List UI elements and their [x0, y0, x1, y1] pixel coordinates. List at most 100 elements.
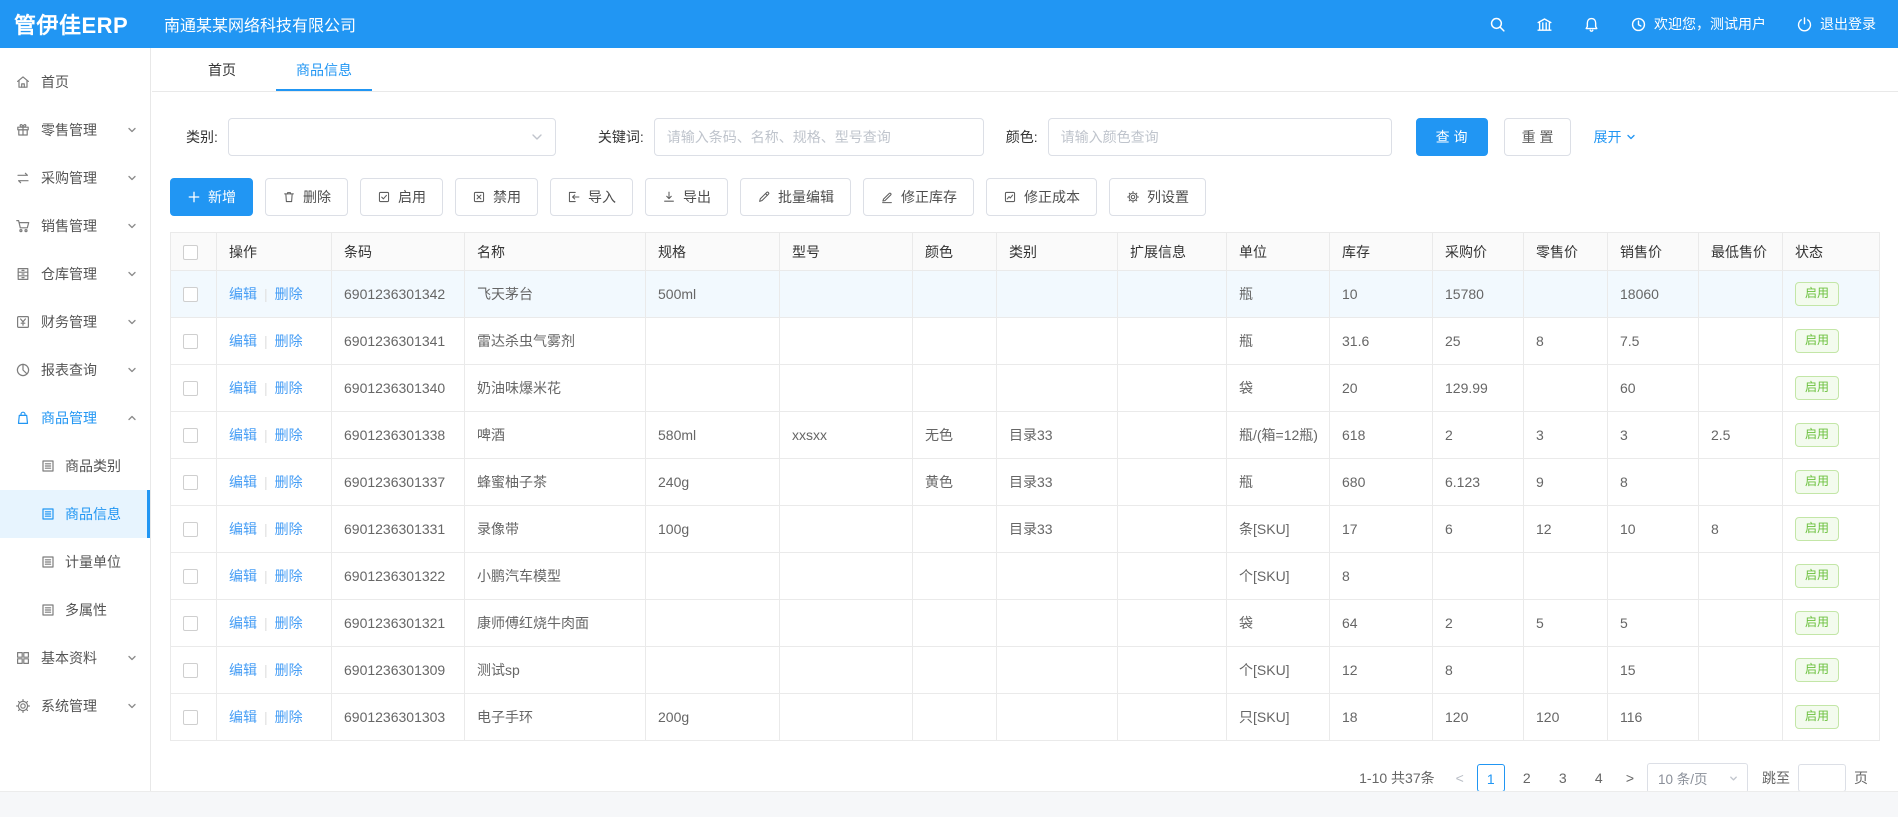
edit-link[interactable]: 编辑: [229, 380, 257, 396]
sidebar-item-measure-unit[interactable]: 计量单位: [0, 538, 150, 586]
bank-icon[interactable]: [1536, 16, 1553, 33]
jump-page-input[interactable]: [1798, 764, 1846, 791]
button-label: 列设置: [1147, 187, 1189, 207]
cell-stock: 12: [1330, 647, 1433, 694]
edit-link[interactable]: 编辑: [229, 427, 257, 443]
delete-link[interactable]: 删除: [275, 521, 303, 537]
page-button-3[interactable]: 3: [1549, 764, 1577, 791]
edit-link[interactable]: 编辑: [229, 333, 257, 349]
delete-link[interactable]: 删除: [275, 474, 303, 490]
cell-category: [997, 600, 1118, 647]
sidebar-item-finance[interactable]: 财务管理: [0, 298, 150, 346]
sidebar-item-label: 商品类别: [65, 456, 121, 476]
cell-stock: 680: [1330, 459, 1433, 506]
delete-button[interactable]: 删除: [265, 178, 348, 216]
bulk-edit-button[interactable]: 批量编辑: [740, 178, 851, 216]
delete-link[interactable]: 删除: [275, 662, 303, 678]
action-divider: |: [264, 568, 268, 584]
edit-link[interactable]: 编辑: [229, 662, 257, 678]
category-select[interactable]: [228, 118, 556, 156]
delete-link[interactable]: 删除: [275, 286, 303, 302]
chevron-down-icon: [126, 124, 138, 136]
action-divider: |: [264, 427, 268, 443]
edit-link[interactable]: 编辑: [229, 474, 257, 490]
edit-link[interactable]: 编辑: [229, 568, 257, 584]
edit-link[interactable]: 编辑: [229, 709, 257, 725]
reset-button[interactable]: 重 置: [1504, 118, 1572, 156]
delete-link[interactable]: 删除: [275, 615, 303, 631]
delete-link[interactable]: 删除: [275, 709, 303, 725]
button-label: 导入: [588, 187, 616, 207]
row-checkbox[interactable]: [183, 569, 198, 584]
sidebar-item-system[interactable]: 系统管理: [0, 682, 150, 730]
row-checkbox[interactable]: [183, 522, 198, 537]
cell-barcode: 6901236301337: [332, 459, 465, 506]
export-icon: [662, 190, 676, 204]
add-button[interactable]: 新增: [170, 178, 253, 216]
delete-link[interactable]: 删除: [275, 380, 303, 396]
row-checkbox[interactable]: [183, 381, 198, 396]
import-button[interactable]: 导入: [550, 178, 633, 216]
sidebar-item-multi-attr[interactable]: 多属性: [0, 586, 150, 634]
keyword-input[interactable]: [654, 118, 984, 156]
cell-retail: [1524, 271, 1608, 318]
row-checkbox[interactable]: [183, 287, 198, 302]
tab-home[interactable]: 首页: [194, 48, 250, 91]
column-settings-button[interactable]: 列设置: [1109, 178, 1206, 216]
action-divider: |: [264, 521, 268, 537]
page-button-1[interactable]: 1: [1477, 764, 1505, 791]
row-checkbox[interactable]: [183, 334, 198, 349]
row-checkbox[interactable]: [183, 710, 198, 725]
row-checkbox[interactable]: [183, 663, 198, 678]
export-button[interactable]: 导出: [645, 178, 728, 216]
sidebar-item-goods[interactable]: 商品管理: [0, 394, 150, 442]
color-input[interactable]: [1048, 118, 1392, 156]
logout-button[interactable]: 退出登录: [1796, 14, 1876, 34]
sidebar-item-basic-data[interactable]: 基本资料: [0, 634, 150, 682]
page-button-4[interactable]: 4: [1585, 764, 1613, 791]
next-page-button[interactable]: >: [1621, 770, 1639, 786]
cell-ext: [1118, 553, 1227, 600]
welcome-user[interactable]: 欢迎您，测试用户: [1630, 14, 1766, 34]
fix-cost-button[interactable]: 修正成本: [986, 178, 1097, 216]
sidebar-item-goods-category[interactable]: 商品类别: [0, 442, 150, 490]
search-button[interactable]: 查 询: [1416, 118, 1488, 156]
sidebar-item-home[interactable]: 首页: [0, 58, 150, 106]
cell-model: xxsxx: [780, 412, 913, 459]
cell-name: 飞天茅台: [465, 271, 646, 318]
fix-stock-button[interactable]: 修正库存: [863, 178, 974, 216]
cell-purchase: 8: [1433, 647, 1524, 694]
sidebar-item-goods-info[interactable]: 商品信息: [0, 490, 150, 538]
tab-goods-info[interactable]: 商品信息: [282, 48, 366, 91]
bell-icon[interactable]: [1583, 16, 1600, 33]
sidebar-item-sales[interactable]: 销售管理: [0, 202, 150, 250]
product-table: 操作条码名称规格型号颜色类别扩展信息单位库存采购价零售价销售价最低售价状态 编辑…: [170, 232, 1880, 741]
cell-retail: [1524, 365, 1608, 412]
row-checkbox[interactable]: [183, 475, 198, 490]
edit-link[interactable]: 编辑: [229, 521, 257, 537]
enable-button[interactable]: 启用: [360, 178, 443, 216]
column-header-barcode: 条码: [332, 233, 465, 271]
delete-link[interactable]: 删除: [275, 333, 303, 349]
cell-ext: [1118, 318, 1227, 365]
sidebar-item-purchase[interactable]: 采购管理: [0, 154, 150, 202]
delete-link[interactable]: 删除: [275, 568, 303, 584]
cell-ext: [1118, 271, 1227, 318]
disable-button[interactable]: 禁用: [455, 178, 538, 216]
page-button-2[interactable]: 2: [1513, 764, 1541, 791]
delete-link[interactable]: 删除: [275, 427, 303, 443]
edit-link[interactable]: 编辑: [229, 615, 257, 631]
sidebar-item-warehouse[interactable]: 仓库管理: [0, 250, 150, 298]
row-checkbox[interactable]: [183, 428, 198, 443]
prev-page-button[interactable]: <: [1451, 770, 1469, 786]
sidebar-item-retail[interactable]: 零售管理: [0, 106, 150, 154]
row-checkbox[interactable]: [183, 616, 198, 631]
select-all-checkbox[interactable]: [183, 245, 198, 260]
page-size-select[interactable]: 10 条/页: [1647, 763, 1748, 791]
expand-link[interactable]: 展开: [1593, 127, 1637, 147]
sidebar-item-report[interactable]: 报表查询: [0, 346, 150, 394]
sidebar-item-label: 系统管理: [41, 696, 97, 716]
cell-min_price: [1699, 600, 1783, 647]
search-icon[interactable]: [1489, 16, 1506, 33]
edit-link[interactable]: 编辑: [229, 286, 257, 302]
